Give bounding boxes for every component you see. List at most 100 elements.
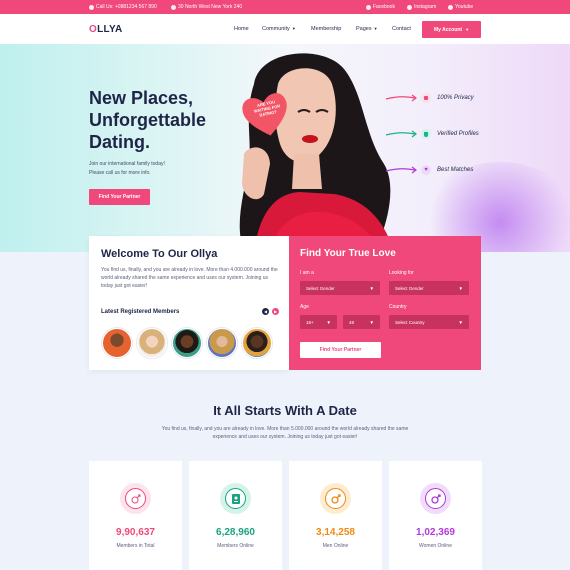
iam-label: I am a: [300, 270, 314, 276]
phone-text: Call Us: +0881234 567 890: [96, 4, 157, 10]
hero-find-partner-button[interactable]: Find Your Partner: [89, 189, 150, 205]
arrow-icon: [385, 130, 417, 138]
gender-icon: [131, 494, 140, 503]
nav-membership[interactable]: Membership: [311, 26, 341, 32]
stat-number: 6,28,960: [216, 527, 255, 538]
stat-card-men: 3,14,258 Men Online: [289, 461, 382, 570]
looking-select[interactable]: Select Gender ▼: [389, 281, 469, 295]
feature-verified: Verified Profiles: [385, 129, 479, 139]
lock-icon: [421, 93, 431, 103]
chevron-down-icon: ▼: [465, 27, 470, 32]
hero-title-line: New Places,: [89, 88, 194, 108]
looking-value: Select Gender: [395, 285, 424, 291]
stat-card-total: 9,90,637 Members in Total: [89, 461, 182, 570]
logo-text: LLYA: [97, 24, 123, 35]
avatar[interactable]: [242, 328, 272, 358]
instagram-link[interactable]: Instagram: [407, 4, 436, 10]
nav-community-label: Community: [262, 26, 290, 32]
member-carousel-controls: ◀ ▶: [262, 308, 279, 315]
age-label: Age: [300, 304, 309, 310]
nav-contact[interactable]: Contact: [392, 26, 411, 32]
welcome-title: Welcome To Our Ollya: [101, 248, 218, 260]
youtube-icon: [448, 4, 453, 10]
chevron-down-icon: ▼: [291, 26, 296, 31]
nav-community[interactable]: Community ▼: [262, 26, 296, 32]
youtube-label: Youtube: [455, 4, 474, 10]
looking-label: Looking for: [389, 270, 414, 276]
youtube-link[interactable]: Youtube: [448, 4, 473, 10]
hero-title: New Places, Unforgettable Dating.: [89, 87, 229, 153]
hero-title-line: Unforgettable: [89, 110, 206, 130]
hero-subtitle: Join our international family today! Ple…: [89, 160, 199, 178]
iam-select[interactable]: Select Gender ▼: [300, 281, 380, 295]
chevron-down-icon: ▼: [369, 285, 374, 291]
avatar[interactable]: [102, 328, 132, 358]
nav-home[interactable]: Home: [234, 26, 249, 32]
chevron-down-icon: ▼: [326, 319, 331, 325]
chevron-down-icon: ▼: [369, 319, 374, 325]
age-from-value: 18+: [306, 319, 314, 325]
prev-arrow-icon[interactable]: ◀: [262, 308, 269, 315]
hero-section: New Places, Unforgettable Dating. Join o…: [0, 44, 570, 252]
men-online-icon: [320, 483, 351, 514]
stat-caption: Women Online: [419, 543, 452, 549]
hero-woman-image: [239, 53, 394, 252]
address-text: 30 North West New York 240: [178, 4, 243, 10]
stat-number: 9,90,637: [116, 527, 155, 538]
country-value: Select Country: [395, 319, 425, 325]
feature-label: 100% Privacy: [437, 95, 474, 101]
stat-card-women: 1,02,369 Women Online: [389, 461, 482, 570]
hero-title-line: Dating.: [89, 132, 150, 152]
stat-caption: Members in Total: [116, 543, 155, 549]
site-logo[interactable]: OLLYA: [89, 24, 123, 35]
nav-pages-label: Pages: [356, 26, 372, 32]
nav-pages[interactable]: Pages ▼: [356, 26, 378, 32]
contact-address: 30 North West New York 240: [171, 4, 242, 10]
heart-icon: ♥: [421, 165, 431, 175]
facebook-link[interactable]: Facebook: [366, 4, 395, 10]
age-to-select[interactable]: 48 ▼: [343, 315, 380, 329]
age-from-select[interactable]: 18+ ▼: [300, 315, 337, 329]
stat-number: 3,14,258: [316, 527, 355, 538]
chevron-down-icon: ▼: [458, 319, 463, 325]
next-arrow-icon[interactable]: ▶: [272, 308, 279, 315]
chevron-down-icon: ▼: [458, 285, 463, 291]
phone-icon: [89, 4, 94, 10]
hero-subtitle-line: Join our international family today!: [89, 161, 165, 167]
country-label: Country: [389, 304, 407, 310]
avatar[interactable]: [172, 328, 202, 358]
feature-matches: ♥ Best Matches: [385, 165, 473, 175]
facebook-icon: [366, 4, 371, 10]
female-icon: [430, 493, 441, 504]
arrow-icon: [385, 94, 417, 102]
members-total-icon: [120, 483, 151, 514]
latest-members-heading: Latest Registered Members: [101, 309, 180, 315]
find-partner-button[interactable]: Find Your Partner: [300, 342, 381, 358]
stat-number: 1,02,369: [416, 527, 455, 538]
id-badge-icon: [231, 493, 240, 504]
arrow-icon: [385, 166, 417, 174]
location-icon: [171, 4, 176, 10]
shield-icon: [421, 129, 431, 139]
find-love-form: Find Your True Love I am a Select Gender…: [289, 236, 481, 370]
stat-caption: Members Online: [217, 543, 254, 549]
avatar[interactable]: [207, 328, 237, 358]
iam-value: Select Gender: [306, 285, 335, 291]
my-account-button[interactable]: My Account ▼: [422, 21, 481, 38]
members-online-icon: [220, 483, 251, 514]
age-to-value: 48: [349, 319, 355, 325]
member-avatars: [102, 328, 272, 358]
contact-phone[interactable]: Call Us: +0881234 567 890: [89, 4, 157, 10]
hero-subtitle-line: Please call us for more info.: [89, 170, 151, 176]
top-bar: Call Us: +0881234 567 890 30 North West …: [0, 0, 570, 14]
avatar[interactable]: [137, 328, 167, 358]
instagram-icon: [407, 4, 412, 10]
instagram-label: Instagram: [414, 4, 437, 10]
facebook-label: Facebook: [373, 4, 395, 10]
country-select[interactable]: Select Country ▼: [389, 315, 469, 329]
main-nav: OLLYA Home Community ▼ Membership Pages ▼ …: [0, 14, 570, 44]
stat-caption: Men Online: [322, 543, 349, 549]
find-love-title: Find Your True Love: [300, 248, 396, 259]
feature-label: Verified Profiles: [437, 131, 479, 137]
male-icon: [330, 493, 341, 504]
